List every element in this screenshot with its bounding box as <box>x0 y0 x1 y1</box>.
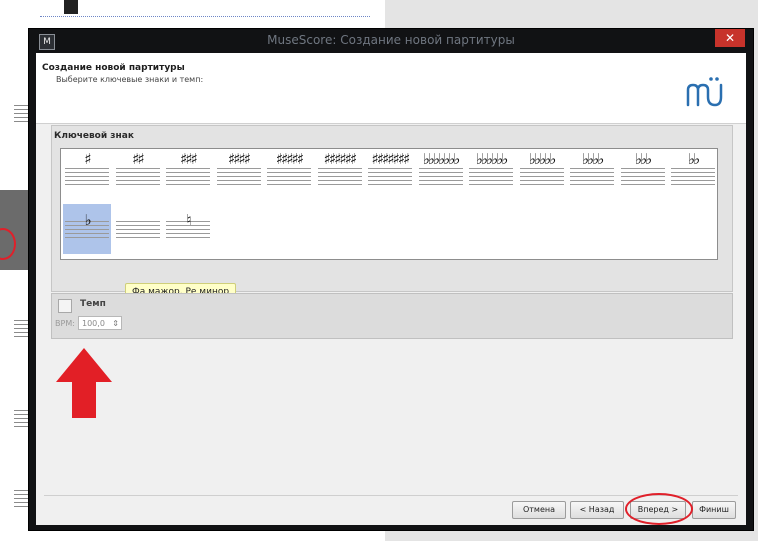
key-accidentals-icon: ♭♭♭♭♭♭ <box>475 150 508 168</box>
key-signature-label: Ключевой знак <box>54 131 134 141</box>
key-accidentals-icon <box>114 214 162 254</box>
background-page-margin <box>40 16 370 17</box>
key-accidentals-icon: ♮ <box>186 211 191 229</box>
key-signature-option[interactable]: ♮ <box>164 204 212 254</box>
key-accidentals-icon: ♭♭♭♭♭♭♭ <box>422 150 461 168</box>
title-bar[interactable]: M MuseScore: Создание новой партитуры ✕ <box>29 29 753 53</box>
key-signature-option[interactable]: ♯ <box>63 151 111 201</box>
key-signature-option[interactable]: ♭♭♭♭ <box>568 151 616 201</box>
new-score-dialog: M MuseScore: Создание новой партитуры ✕ … <box>28 28 754 531</box>
key-signature-option[interactable]: ♭ <box>63 204 111 254</box>
bpm-value: 100,0 <box>82 319 105 328</box>
window-title: MuseScore: Создание новой партитуры <box>267 33 515 47</box>
close-button[interactable]: ✕ <box>715 29 745 47</box>
page-title: Создание новой партитуры <box>42 63 185 73</box>
key-signature-option[interactable]: ♯♯♯♯ <box>215 151 263 201</box>
key-signature-palette: ♯ ♯♯ ♯♯♯ ♯♯♯♯ ♯♯♯♯♯ ♯♯♯♯♯♯ ♯♯♯♯♯♯♯ ♭♭♭♭♭♭♭ ♭♭♭♭♭… <box>60 148 718 260</box>
key-signature-option[interactable]: ♯♯♯ <box>164 151 212 201</box>
page-subtitle: Выберите ключевые знаки и темп: <box>56 75 204 84</box>
footer-divider <box>44 495 738 496</box>
spin-arrows-icon[interactable]: ⇕ <box>112 317 119 331</box>
key-signature-option[interactable]: ♭♭♭♭♭♭♭ <box>417 151 465 201</box>
annotation-arrow-icon <box>56 348 112 418</box>
key-signature-option[interactable]: ♯♯♯♯♯ <box>265 151 313 201</box>
bpm-spinbox[interactable]: 100,0 ⇕ <box>78 316 122 330</box>
key-accidentals-icon: ♭♭♭♭♭ <box>528 150 556 168</box>
key-accidentals-icon: ♯♯♯♯♯ <box>275 150 304 168</box>
key-accidentals-icon: ♯ <box>84 150 91 168</box>
tempo-group: Темп BPM: 100,0 ⇕ <box>51 293 733 339</box>
back-button[interactable]: < Назад <box>570 501 624 519</box>
key-accidentals-icon: ♯♯ <box>132 150 145 168</box>
key-accidentals-icon: ♯♯♯ <box>180 150 198 168</box>
key-signature-option[interactable]: ♭♭♭♭♭ <box>518 151 566 201</box>
finish-button[interactable]: Финиш <box>692 501 736 519</box>
key-accidentals-icon: ♭♭♭♭ <box>581 150 604 168</box>
key-signature-option[interactable] <box>114 204 162 254</box>
key-signature-option[interactable]: ♯♯ <box>114 151 162 201</box>
key-signature-option[interactable]: ♭♭ <box>669 151 717 201</box>
background-toolbar-fragment <box>64 0 78 14</box>
key-signature-option[interactable]: ♯♯♯♯♯♯ <box>316 151 364 201</box>
wizard-page: Создание новой партитуры Выберите ключев… <box>36 53 746 525</box>
key-accidentals-icon: ♯♯♯♯ <box>227 150 251 168</box>
musescore-logo-icon <box>686 77 723 107</box>
key-accidentals-icon: ♯♯♯♯♯♯ <box>323 150 358 168</box>
key-accidentals-icon: ♯♯♯♯♯♯♯ <box>371 150 411 168</box>
key-signature-option[interactable]: ♭♭♭ <box>619 151 667 201</box>
key-accidentals-icon: ♭♭♭ <box>634 150 652 168</box>
bpm-label: BPM: <box>55 319 75 328</box>
wizard-header: Создание новой партитуры Выберите ключев… <box>36 53 746 124</box>
tempo-checkbox[interactable] <box>58 299 72 313</box>
key-accidentals-icon: ♭ <box>84 211 91 229</box>
key-signature-option[interactable]: ♯♯♯♯♯♯♯ <box>366 151 414 201</box>
tempo-label: Темп <box>80 299 106 309</box>
key-signature-option[interactable]: ♭♭♭♭♭♭ <box>467 151 515 201</box>
annotation-circle <box>625 493 693 525</box>
key-accidentals-icon: ♭♭ <box>687 150 700 168</box>
key-signature-group: Ключевой знак ♯ ♯♯ ♯♯♯ ♯♯♯♯ ♯♯♯♯♯ ♯♯♯♯♯♯ ♯♯♯♯♯… <box>51 125 733 292</box>
cancel-button[interactable]: Отмена <box>512 501 566 519</box>
